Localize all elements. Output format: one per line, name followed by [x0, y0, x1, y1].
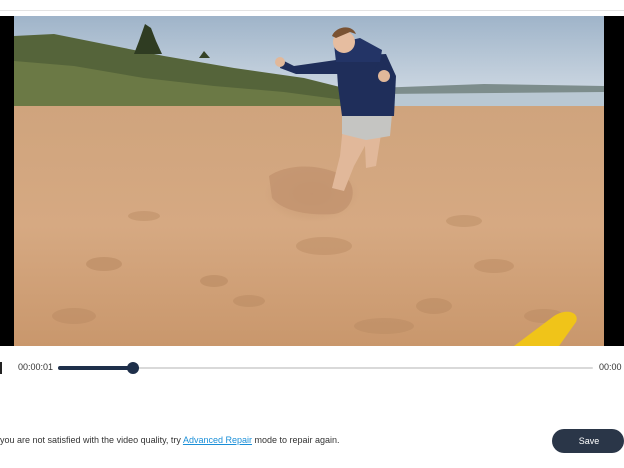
- top-divider: [0, 10, 624, 11]
- playback-controls: 00:00:01 00:00: [0, 355, 624, 381]
- advanced-repair-link[interactable]: Advanced Repair: [183, 435, 252, 445]
- message-text-before: you are not satisfied with the video qua…: [0, 435, 183, 445]
- save-button[interactable]: Save: [552, 429, 624, 453]
- message-text-after: mode to repair again.: [251, 435, 340, 445]
- total-time: 00:00: [599, 362, 622, 372]
- play-pause-icon[interactable]: [0, 362, 2, 374]
- video-player[interactable]: [0, 16, 624, 346]
- video-frame: [14, 16, 604, 346]
- progress-fill: [58, 366, 133, 370]
- progress-thumb[interactable]: [126, 362, 139, 374]
- repair-message: you are not satisfied with the video qua…: [0, 434, 340, 446]
- progress-track[interactable]: [58, 362, 593, 374]
- video-frame-image: [14, 16, 604, 346]
- video-preview-window: 00:00:01 00:00 you are not satisfied wit…: [0, 0, 624, 468]
- current-time: 00:00:01: [18, 362, 54, 372]
